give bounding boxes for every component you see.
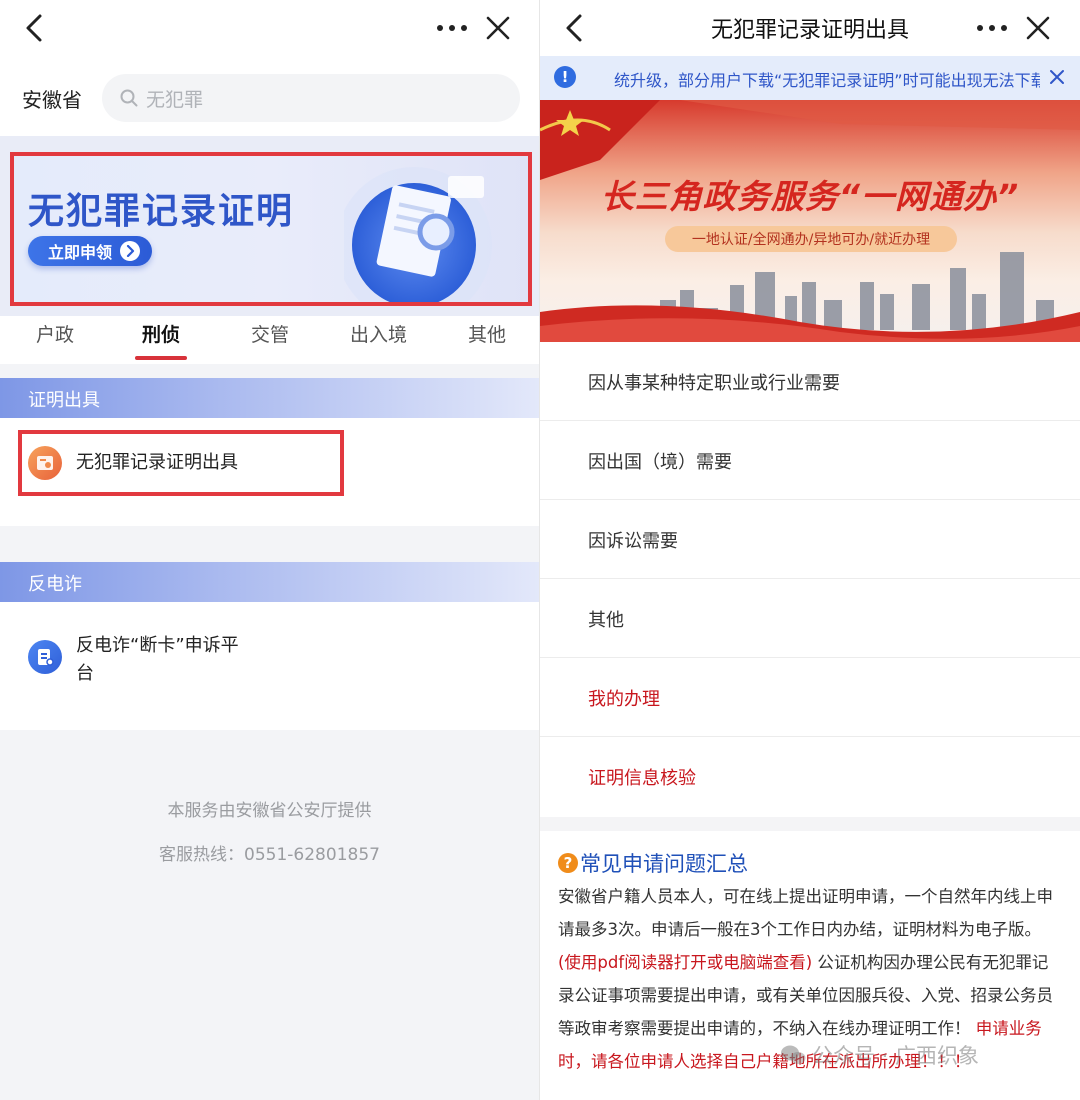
back-arrow-icon [26, 14, 42, 42]
faq-title: 常见申请问题汇总 [580, 852, 748, 876]
wechat-icon [781, 1045, 806, 1064]
more-button[interactable] [972, 6, 1012, 50]
notice-text: 统升级，部分用户下载“无犯罪记录证明”时可能出现无法下载 [614, 71, 1040, 90]
menu-item-label: 因诉讼需要 [588, 531, 678, 552]
section-header-anti-fraud: 反电诈 [0, 562, 539, 602]
section-header-certificate: 证明出具 [0, 378, 539, 418]
notice-bar: ! 统升级，部分用户下载“无犯罪记录证明”时可能出现无法下载 [540, 56, 1080, 100]
close-icon [1050, 70, 1064, 84]
service-label-line1: 反电诈“断卡”申诉平 [76, 635, 239, 656]
document-magnifier-illustration [344, 167, 492, 302]
section-gap [540, 817, 1080, 831]
category-tabs: 户政 刑侦 交管 出入境 其他 [0, 316, 539, 364]
question-icon: ? [558, 853, 578, 873]
banner-area: 无犯罪记录证明 立即申领 [0, 136, 539, 316]
menu-item-label: 因出国（境）需要 [588, 452, 732, 473]
banner-title: 无犯罪记录证明 [28, 191, 295, 232]
more-dots-icon [437, 25, 467, 31]
more-dots-icon [977, 25, 1007, 31]
tab-churujing[interactable]: 出入境 [350, 320, 407, 347]
service-label: 反电诈“断卡”申诉平 台 [76, 632, 276, 688]
service-label: 无犯罪记录证明出具 [76, 452, 238, 473]
hero-banner[interactable]: 长三角政务服务“一网通办” 一地认证/全网通办/异地可办/就近办理 [540, 100, 1080, 342]
watermark: 公众号 · 广西织象 [780, 1040, 979, 1070]
menu-item-label: 因从事某种特定职业或行业需要 [588, 373, 840, 394]
right-screen: 无犯罪记录证明出具 ! 统升级，部分用户下载“无犯罪记录证明”时可能出现无法下载 [540, 0, 1080, 1100]
notice-close-button[interactable] [1044, 64, 1070, 90]
more-button[interactable] [432, 6, 472, 50]
menu-item-going-abroad[interactable]: 因出国（境）需要 [540, 421, 1080, 500]
menu-item-label: 我的办理 [588, 689, 660, 710]
document-icon [28, 640, 62, 674]
service-item-anti-fraud-appeal[interactable]: 反电诈“断卡”申诉平 台 [28, 632, 276, 688]
tab-jiaoguan[interactable]: 交管 [251, 320, 289, 347]
service-label-line2: 台 [76, 663, 94, 684]
section-title: 反电诈 [28, 574, 82, 595]
menu-item-verify-certificate[interactable]: 证明信息核验 [540, 737, 1080, 816]
promo-banner[interactable]: 无犯罪记录证明 立即申领 [10, 152, 532, 306]
faq-pdf-note: (使用pdf阅读器打开或电脑端查看) [558, 953, 813, 972]
close-button[interactable] [1018, 6, 1058, 50]
info-icon: ! [554, 66, 576, 88]
service-item-criminal-record[interactable]: 无犯罪记录证明出具 [28, 446, 238, 480]
watermark-text: 公众号 · 广西织象 [812, 1044, 980, 1068]
left-screen: 安徽省 无犯罪 无犯罪记录证明 立即申领 户政 刑侦 交管 出入境 其他 证明出… [0, 0, 539, 1100]
menu-item-litigation[interactable]: 因诉讼需要 [540, 500, 1080, 579]
menu-item-label: 其他 [588, 610, 624, 631]
skyline-illustration [540, 100, 1080, 342]
active-tab-indicator [135, 356, 187, 360]
search-placeholder: 无犯罪 [146, 88, 204, 111]
footer-hotline[interactable]: 客服热线：0551-62801857 [0, 840, 539, 865]
apply-now-button[interactable]: 立即申领 [28, 236, 153, 266]
anti-fraud-section: 反电诈“断卡”申诉平 台 [0, 602, 539, 730]
close-button[interactable] [478, 6, 518, 50]
menu-item-occupation[interactable]: 因从事某种特定职业或行业需要 [540, 342, 1080, 421]
certificate-section: 无犯罪记录证明出具 [0, 418, 539, 526]
faq-heading: ? 常见申请问题汇总 [558, 848, 748, 878]
section-gap [0, 364, 539, 378]
menu-item-other[interactable]: 其他 [540, 579, 1080, 658]
search-input[interactable]: 无犯罪 [102, 74, 520, 122]
apply-now-label: 立即申领 [48, 243, 113, 262]
menu-item-my-applications[interactable]: 我的办理 [540, 658, 1080, 737]
tab-huzheng[interactable]: 户政 [36, 320, 74, 347]
hero-title: 长三角政务服务“一网通办” [600, 177, 1020, 216]
certificate-icon [28, 446, 62, 480]
faq-paragraph-1: 安徽省户籍人员本人，可在线上提出证明申请，一个自然年内线上申请最多3次。申请后一… [558, 887, 1053, 939]
chevron-right-icon [120, 241, 141, 261]
hero-subtitle: 一地认证/全网通办/异地可办/就近办理 [665, 226, 957, 252]
menu-item-label: 证明信息核验 [588, 768, 696, 789]
close-icon [1026, 16, 1050, 40]
close-icon [486, 16, 510, 40]
province-selector[interactable]: 安徽省 [22, 84, 82, 113]
back-button[interactable] [14, 6, 54, 50]
top-bar [0, 0, 539, 60]
section-gap [0, 526, 539, 562]
location-search-row: 安徽省 无犯罪 [0, 70, 539, 128]
footer-provider: 本服务由安徽省公安厅提供 [167, 801, 372, 821]
footer-area [0, 730, 539, 1100]
section-title: 证明出具 [28, 390, 100, 411]
search-icon [120, 89, 138, 107]
tab-xingzhen[interactable]: 刑侦 [142, 320, 180, 347]
tab-qita[interactable]: 其他 [468, 320, 506, 347]
